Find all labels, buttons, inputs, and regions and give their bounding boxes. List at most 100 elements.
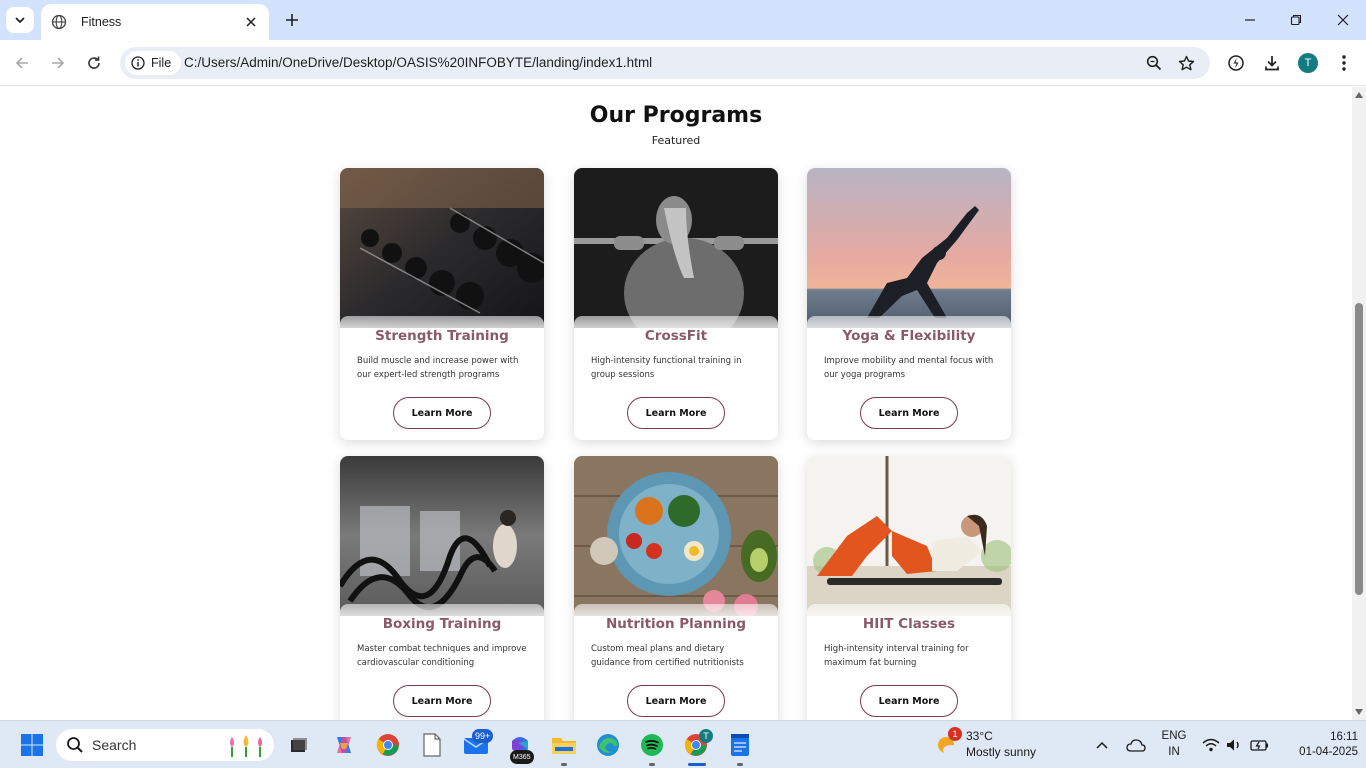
close-tab-icon[interactable] [243, 14, 259, 30]
windows-taskbar: Search 99+ M365 T 1 33°C Mostly sunny EN… [0, 720, 1366, 768]
hiit-workout-image [807, 456, 1011, 616]
taskbar-clock[interactable]: 16:11 01-04-2025 [1278, 730, 1358, 760]
card-title: HIIT Classes [862, 616, 956, 632]
running-indicator [561, 763, 567, 766]
crossfit-image [574, 168, 778, 328]
card-description: High-intensity interval training for max… [824, 644, 969, 668]
volume-icon[interactable] [1224, 729, 1246, 761]
yoga-sunset-image [807, 168, 1011, 328]
more-menu-icon[interactable] [1332, 51, 1356, 75]
m365-badge: M365 [510, 750, 534, 764]
program-card-strength: Strength Training Build muscle and incre… [340, 168, 544, 440]
chrome-icon[interactable] [372, 729, 404, 761]
chevron-down-icon [15, 17, 25, 24]
program-card-hiit: HIIT Classes High-intensity interval tra… [807, 456, 1011, 720]
browser-titlebar: Fitness [0, 0, 1366, 40]
weather-widget[interactable]: 1 33°C Mostly sunny [936, 727, 1056, 763]
scroll-thumb[interactable] [1355, 303, 1363, 595]
card-title: Strength Training [375, 328, 509, 344]
tab-title: Fitness [81, 15, 122, 29]
learn-more-button[interactable]: Learn More [627, 397, 725, 429]
active-indicator [688, 763, 706, 766]
reload-icon [88, 56, 100, 69]
learn-more-button[interactable]: Learn More [860, 685, 958, 717]
clock-date: 01-04-2025 [1299, 746, 1358, 758]
card-title: Nutrition Planning [605, 616, 747, 632]
browser-tab[interactable]: Fitness [41, 4, 269, 40]
reload-button[interactable] [82, 51, 106, 75]
address-bar[interactable]: File C:/Users/Admin/OneDrive/Desktop/OAS… [120, 47, 1210, 79]
section-title: Our Programs [589, 103, 763, 128]
zoom-icon[interactable] [1144, 53, 1164, 73]
performance-icon[interactable] [1224, 51, 1248, 75]
battle-ropes-image [340, 456, 544, 616]
notepad-icon[interactable] [724, 729, 756, 761]
minimize-button[interactable] [1227, 0, 1273, 40]
taskbar-search-box[interactable]: Search [56, 729, 274, 761]
battery-icon[interactable] [1248, 729, 1272, 761]
search-label: Search [92, 737, 137, 753]
dumbbells-image [340, 168, 544, 328]
tulips-icon [230, 735, 262, 757]
program-card-yoga: Yoga & Flexibility Improve mobility and … [807, 168, 1011, 440]
learn-more-button[interactable]: Learn More [627, 685, 725, 717]
card-title: CrossFit [644, 328, 708, 344]
minimize-icon [1245, 19, 1255, 21]
weather-condition: Mostly sunny [966, 745, 1037, 759]
arrow-left-icon [15, 57, 28, 69]
card-description: Build muscle and increase power with our… [357, 356, 519, 380]
weather-temp: 33°C [966, 729, 993, 743]
profile-avatar[interactable]: T [1298, 53, 1318, 73]
card-description: Improve mobility and mental focus with o… [824, 356, 994, 380]
back-button[interactable] [10, 51, 34, 75]
site-info-chip[interactable]: File [125, 51, 182, 75]
page-scrollbar[interactable] [1352, 87, 1366, 720]
running-indicator [649, 763, 655, 766]
file-icon[interactable] [416, 729, 448, 761]
bookmark-star-icon[interactable] [1176, 53, 1196, 73]
scroll-up-arrow-icon[interactable] [1355, 91, 1363, 99]
edge-icon[interactable] [592, 729, 624, 761]
forward-button[interactable] [46, 51, 70, 75]
onedrive-cloud-icon[interactable] [1122, 729, 1150, 761]
arrow-right-icon [52, 57, 65, 69]
close-icon [1337, 14, 1349, 26]
copilot-icon[interactable] [328, 729, 360, 761]
scroll-down-arrow-icon[interactable] [1355, 708, 1363, 716]
spotify-icon[interactable] [636, 729, 668, 761]
task-view-icon[interactable] [282, 729, 314, 761]
program-card-nutrition: Nutrition Planning Custom meal plans and… [574, 456, 778, 720]
mail-badge: 99+ [472, 729, 494, 743]
download-icon[interactable] [1260, 51, 1284, 75]
url-text[interactable]: C:/Users/Admin/OneDrive/Desktop/OASIS%20… [184, 55, 652, 70]
wifi-icon[interactable] [1200, 729, 1222, 761]
language-bottom[interactable]: IN [1158, 746, 1190, 758]
new-tab-button[interactable] [281, 9, 303, 31]
tray-chevron-up-icon[interactable] [1090, 729, 1114, 761]
running-indicator [737, 763, 743, 766]
program-card-boxing: Boxing Training Master combat techniques… [340, 456, 544, 720]
card-title: Boxing Training [382, 616, 502, 632]
learn-more-button[interactable]: Learn More [393, 685, 491, 717]
start-button[interactable] [16, 729, 48, 761]
tab-search-button[interactable] [6, 7, 34, 33]
weather-badge: 1 [948, 727, 962, 741]
program-card-crossfit: CrossFit High-intensity functional train… [574, 168, 778, 440]
site-info-label: File [151, 56, 172, 70]
card-description: Custom meal plans and dietary guidance f… [591, 644, 744, 668]
globe-icon [51, 14, 67, 30]
section-subtitle: Featured [651, 134, 701, 147]
learn-more-button[interactable]: Learn More [393, 397, 491, 429]
language-top[interactable]: ENG [1158, 730, 1190, 742]
card-title: Yoga & Flexibility [842, 328, 976, 344]
card-description: High-intensity functional training in gr… [591, 356, 742, 380]
file-explorer-icon[interactable] [548, 729, 580, 761]
close-window-button[interactable] [1320, 0, 1366, 40]
search-icon [67, 737, 83, 753]
page-viewport: Our Programs Featured Strength Training … [0, 87, 1352, 720]
restore-button[interactable] [1273, 0, 1319, 40]
browser-toolbar: File C:/Users/Admin/OneDrive/Desktop/OAS… [0, 40, 1366, 86]
healthy-meal-image [574, 456, 778, 616]
info-icon [131, 56, 145, 70]
learn-more-button[interactable]: Learn More [860, 397, 958, 429]
